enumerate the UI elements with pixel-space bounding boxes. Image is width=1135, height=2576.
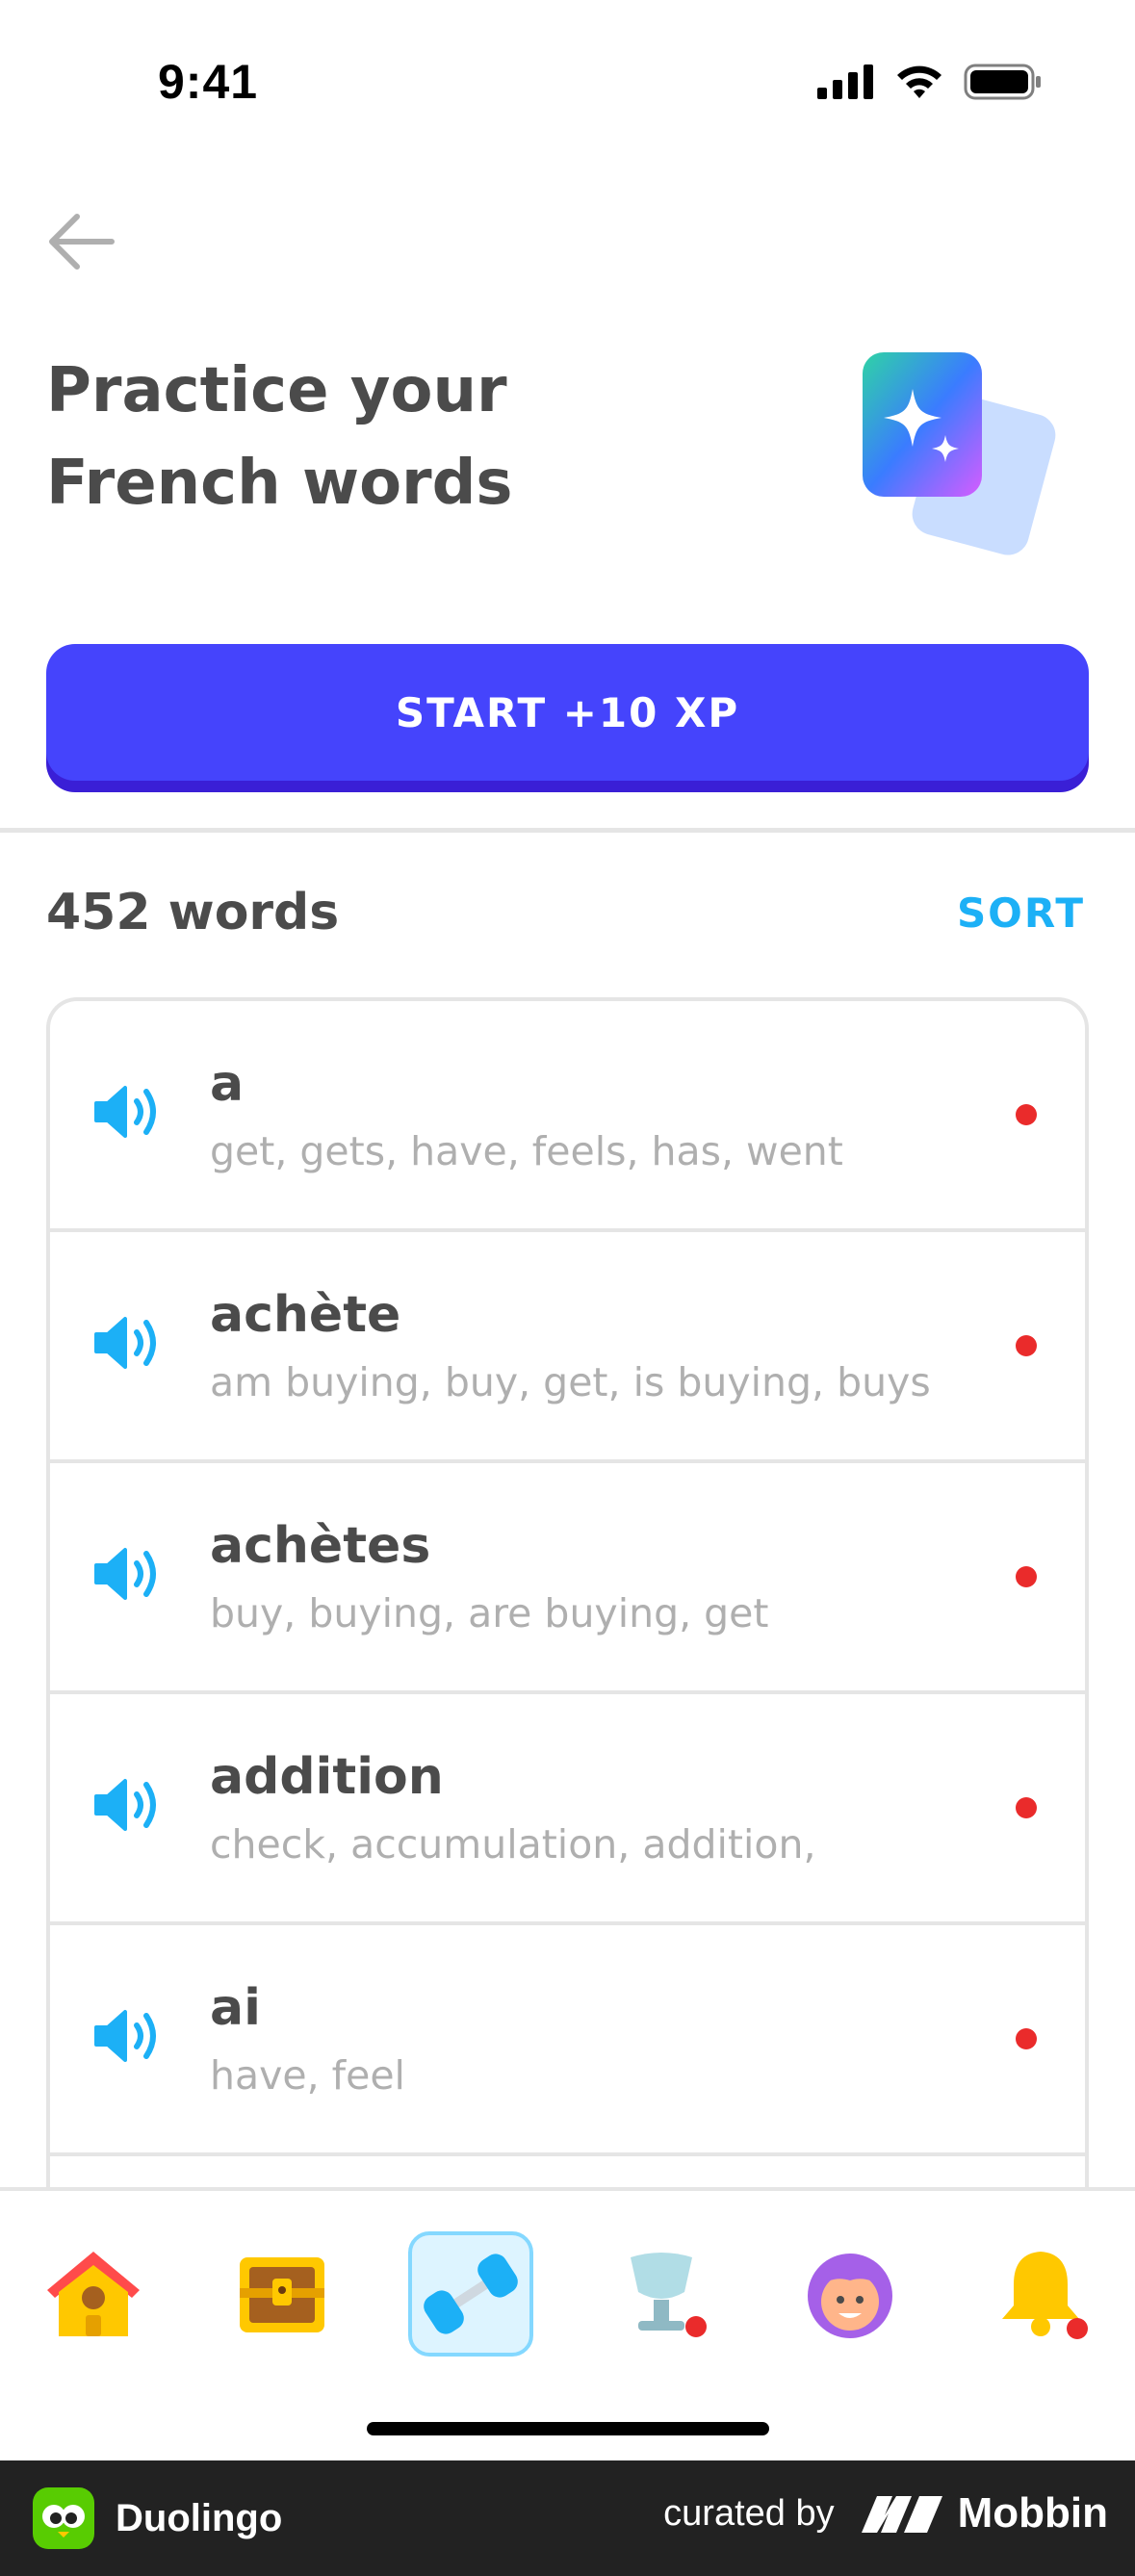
word-row[interactable]: addition check, accumulation, addition, (50, 1694, 1085, 1925)
word-text: achète (210, 1286, 401, 1344)
word-translations: am buying, buy, get, is buying, buys (210, 1359, 931, 1405)
strength-indicator (1016, 1566, 1037, 1587)
speaker-icon[interactable] (92, 2006, 162, 2066)
page-title-line-1: Practice your (46, 355, 507, 426)
sparkle-cards-icon (863, 352, 1056, 555)
status-icons (817, 64, 1043, 100)
treasure-chest-icon (240, 2257, 324, 2332)
word-text: addition (210, 1748, 444, 1806)
strength-indicator (1016, 1104, 1037, 1125)
attribution-footer: Duolingo curated by Mobbin (0, 2460, 1135, 2576)
practice-cards-illustration (857, 347, 1071, 558)
dumbbell-icon (424, 2254, 518, 2334)
start-practice-label: START +10 XP (395, 688, 740, 736)
bell-icon (1002, 2252, 1088, 2339)
word-translations: buy, buying, are buying, get (210, 1590, 769, 1636)
arrow-left-icon (49, 214, 115, 270)
word-translations: have, feel (210, 2052, 405, 2099)
speaker-icon[interactable] (92, 1775, 162, 1835)
word-row-partial[interactable] (50, 2156, 1085, 2191)
nav-leagues[interactable] (599, 2231, 724, 2357)
speaker-icon[interactable] (92, 1544, 162, 1604)
word-row[interactable]: achète am buying, buy, get, is buying, b… (50, 1232, 1085, 1463)
mobbin-logo-icon (861, 2496, 942, 2533)
app-brand: Duolingo (33, 2487, 282, 2549)
house-icon (47, 2252, 140, 2336)
words-count: 452 words (46, 884, 340, 941)
wifi-icon (897, 65, 942, 98)
word-row[interactable]: achètes buy, buying, are buying, get (50, 1463, 1085, 1694)
avatar-icon (808, 2254, 892, 2338)
status-time: 9:41 (158, 55, 259, 109)
battery-icon (964, 64, 1041, 100)
word-row[interactable]: a get, gets, have, feels, has, went (50, 1001, 1085, 1232)
word-translations: check, accumulation, addition, (210, 1821, 816, 1868)
bottom-nav (0, 2187, 1135, 2460)
curated-by-label: curated by (663, 2492, 835, 2534)
mobbin-name: Mobbin (957, 2489, 1108, 2537)
start-practice-button[interactable]: START +10 XP (46, 644, 1089, 781)
word-text: ai (210, 1979, 261, 2037)
nav-profile[interactable] (787, 2231, 913, 2357)
strength-indicator (1016, 1797, 1037, 1818)
page-title: Practice your French words (46, 345, 720, 529)
speaker-icon[interactable] (92, 1082, 162, 1142)
app-name: Duolingo (116, 2496, 283, 2539)
strength-indicator (1016, 1335, 1037, 1356)
strength-indicator (1016, 2028, 1037, 2049)
page-title-line-2: French words (46, 448, 513, 519)
back-button[interactable] (42, 206, 119, 277)
sort-button[interactable]: SORT (957, 889, 1085, 937)
nav-practice[interactable] (408, 2231, 533, 2357)
speaker-icon[interactable] (92, 1313, 162, 1373)
home-indicator (367, 2422, 769, 2435)
duolingo-logo-icon (33, 2487, 94, 2549)
word-text: achètes (210, 1517, 431, 1575)
signal-icon (817, 64, 873, 99)
mobbin-brand: Mobbin (860, 2489, 1108, 2537)
curated-by: curated by Mobbin (663, 2489, 1108, 2537)
word-list: a get, gets, have, feels, has, went achè… (46, 997, 1089, 2191)
word-text: a (210, 1055, 245, 1113)
nav-home[interactable] (31, 2231, 156, 2357)
trophy-cup-icon (631, 2253, 707, 2337)
word-row[interactable]: ai have, feel (50, 1925, 1085, 2156)
nav-notifications[interactable] (978, 2231, 1103, 2357)
status-bar: 9:41 (0, 0, 1135, 164)
word-translations: get, gets, have, feels, has, went (210, 1128, 843, 1174)
section-divider (0, 828, 1135, 833)
nav-chest[interactable] (219, 2231, 345, 2357)
